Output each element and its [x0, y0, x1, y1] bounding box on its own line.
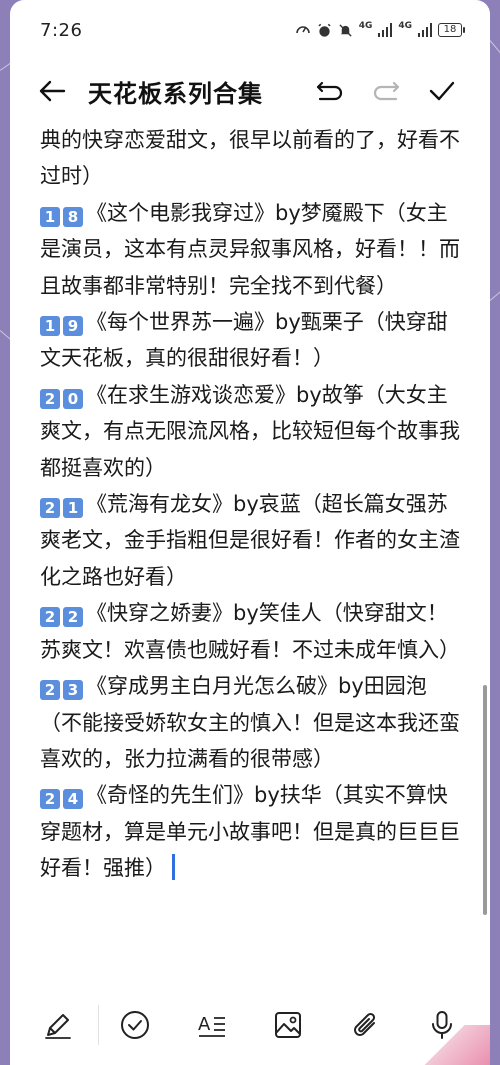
number-badge: 4: [63, 789, 83, 810]
number-badge: 1: [40, 206, 60, 227]
battery-icon: 18: [438, 23, 465, 37]
note-paragraph[interactable]: 2 2 《快穿之娇妻》by笑佳人（快穿甜文！苏爽文！欢喜债也贼好看！不过未成年慎入）: [40, 595, 468, 668]
number-badge: 2: [40, 607, 60, 628]
note-paragraph[interactable]: 2 4 《奇怪的先生们》by扶华（其实不算快穿题材，算是单元小故事吧！但是真的巨巨巨…: [40, 777, 468, 886]
text-format-icon: A: [198, 1014, 225, 1037]
background-line: [489, 40, 500, 57]
redo-icon: [373, 81, 400, 101]
note-paragraph[interactable]: 2 1 《荒海有龙女》by哀蓝（超长篇女强苏爽老文，金手指粗但是很好看！作者的女主渣…: [40, 486, 468, 595]
decorative-corner: [420, 1025, 490, 1065]
mute-icon: [339, 23, 352, 37]
network-type-2: 4G: [398, 21, 412, 31]
note-toolbar: 天花板系列合集: [10, 62, 490, 120]
checklist-icon: [120, 1011, 149, 1039]
note-paragraph[interactable]: 1 9 《每个世界苏一遍》by甄栗子（快穿甜文天花板，真的很甜很好看！）: [40, 304, 468, 377]
number-badge: 2: [40, 789, 60, 810]
note-paragraph[interactable]: 2 0 《在求生游戏谈恋爱》by故筝（大女主爽文，有点无限流风格，比较短但每个故事我…: [40, 377, 468, 486]
status-bar: 7:26 4G 4G 18: [10, 0, 490, 60]
note-text: 《每个世界苏一遍》by甄栗子（快穿甜文天花板，真的很甜很好看！）: [40, 310, 448, 371]
undo-button[interactable]: [302, 71, 358, 111]
number-badge: 9: [63, 316, 83, 337]
text-cursor: [172, 854, 175, 881]
number-badge: 3: [63, 680, 83, 701]
note-text: 《穿成男主白月光怎么破》by田园泡（不能接受娇软女主的慎入！但是这本我还蛮喜欢的…: [40, 674, 460, 771]
arrow-left-icon: [39, 80, 66, 102]
note-text: 《这个电影我穿过》by梦魇殿下（女主是演员，这本有点灵异叙事风格，好看！！而且故…: [40, 200, 460, 298]
number-badge: 2: [63, 607, 83, 628]
number-badge: 1: [63, 498, 83, 519]
number-badge: 1: [40, 316, 60, 337]
redo-button[interactable]: [358, 71, 414, 111]
background-line: [489, 290, 500, 301]
bottom-toolbar: A: [10, 995, 490, 1055]
attachment-icon: [353, 1012, 375, 1036]
network-type-1: 4G: [358, 21, 373, 31]
note-text: 《荒海有龙女》by哀蓝（超长篇女强苏爽老文，金手指粗但是很好看！作者的女主渣化之…: [40, 492, 460, 589]
note-text: 《快穿之娇妻》by笑佳人（快穿甜文！苏爽文！欢喜债也贼好看！不过未成年慎入）: [40, 601, 460, 662]
number-badge: 2: [40, 388, 60, 409]
back-button[interactable]: [38, 71, 78, 111]
checklist-button[interactable]: [107, 1001, 163, 1049]
phone-screen: 7:26 4G 4G 18 天花板系列合集 典的快穿恋爱甜文，很早以前看的了，好…: [10, 0, 490, 1065]
note-text: 《在求生游戏谈恋爱》by故筝（大女主爽文，有点无限流风格，比较短但每个故事我都挺…: [40, 382, 460, 480]
pen-icon: [45, 1014, 72, 1039]
number-badge: 2: [40, 680, 60, 701]
note-paragraph[interactable]: 1 8 《这个电影我穿过》by梦魇殿下（女主是演员，这本有点灵异叙事风格，好看！！而…: [40, 195, 468, 304]
number-badge: 8: [63, 206, 83, 227]
done-button[interactable]: [414, 71, 470, 111]
alarm-icon: [318, 23, 331, 37]
number-badge: 0: [63, 388, 83, 409]
pen-button[interactable]: [30, 1001, 86, 1049]
note-paragraph[interactable]: 2 3 《穿成男主白月光怎么破》by田园泡（不能接受娇软女主的慎入！但是这本我还蛮喜…: [40, 668, 468, 777]
note-title: 天花板系列合集: [88, 79, 263, 108]
image-icon: [275, 1012, 302, 1038]
signal-icon: [378, 23, 393, 37]
note-body[interactable]: 典的快穿恋爱甜文，很早以前看的了，好看不过时） 1 8 《这个电影我穿过》by梦魇殿下…: [40, 122, 468, 887]
number-badge: 2: [40, 498, 60, 519]
speed-icon: [295, 26, 310, 34]
check-icon: [429, 81, 455, 101]
note-text: 典的快穿恋爱甜文，很早以前看的了，好看不过时）: [40, 128, 460, 189]
svg-text:A: A: [198, 1014, 211, 1035]
note-text: 《奇怪的先生们》by扶华（其实不算快穿题材，算是单元小故事吧！但是真的巨巨巨好看…: [40, 783, 460, 881]
undo-icon: [316, 81, 343, 101]
status-icons: 4G 4G 18: [295, 21, 465, 38]
scrollbar[interactable]: [483, 685, 487, 915]
signal-icon: [418, 23, 432, 37]
image-button[interactable]: [260, 1001, 316, 1049]
attachment-button[interactable]: [337, 1001, 393, 1049]
text-format-button[interactable]: A: [184, 1001, 240, 1049]
note-paragraph[interactable]: 典的快穿恋爱甜文，很早以前看的了，好看不过时）: [40, 122, 468, 195]
status-time: 7:26: [40, 19, 83, 41]
